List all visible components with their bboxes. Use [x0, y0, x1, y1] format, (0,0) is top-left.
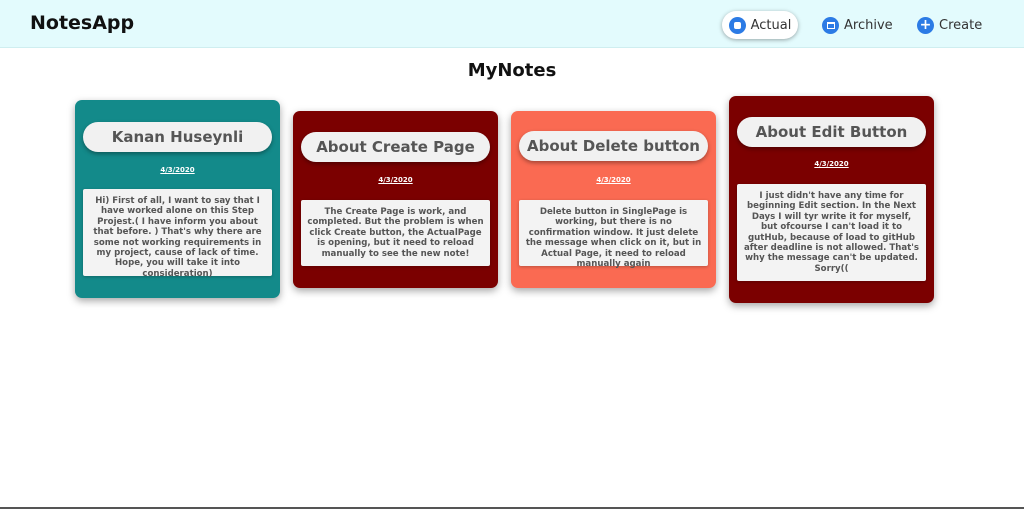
note-card[interactable]: Kanan Huseynli 4/3/2020 Hi) First of all…: [75, 100, 280, 298]
note-card[interactable]: About Create Page 4/3/2020 The Create Pa…: [293, 111, 498, 288]
bottom-divider: [0, 507, 1024, 509]
nav-actual-button[interactable]: Actual: [722, 11, 798, 39]
note-title: About Edit Button: [737, 117, 926, 147]
page-title: MyNotes: [467, 60, 557, 81]
app-brand[interactable]: NotesApp: [30, 12, 134, 34]
nav-archive-button[interactable]: Archive: [822, 12, 893, 38]
note-icon: [728, 16, 746, 34]
note-date: 4/3/2020: [596, 176, 631, 184]
nav-archive-label: Archive: [844, 17, 893, 33]
archive-icon: [822, 16, 839, 34]
note-date: 4/3/2020: [814, 160, 849, 168]
note-body: The Create Page is work, and completed. …: [301, 200, 490, 266]
note-card[interactable]: About Edit Button 4/3/2020 I just didn't…: [729, 96, 934, 303]
note-body: Hi) First of all, I want to say that I h…: [83, 189, 272, 279]
note-body: I just didn't have any time for beginnin…: [737, 184, 926, 281]
note-title: Kanan Huseynli: [83, 122, 272, 152]
nav-create-button[interactable]: + Create: [917, 12, 982, 38]
top-navbar: NotesApp Actual Archive + Create: [0, 0, 1024, 48]
note-date: 4/3/2020: [160, 166, 195, 174]
note-body: Delete button in SinglePage is working, …: [519, 200, 708, 269]
nav-actual-label: Actual: [750, 17, 792, 33]
plus-icon: +: [917, 16, 934, 34]
note-title: About Delete button: [519, 131, 708, 161]
note-title: About Create Page: [301, 132, 490, 162]
note-date: 4/3/2020: [378, 176, 413, 184]
nav-create-label: Create: [939, 17, 983, 33]
note-card[interactable]: About Delete button 4/3/2020 Delete butt…: [511, 111, 716, 288]
